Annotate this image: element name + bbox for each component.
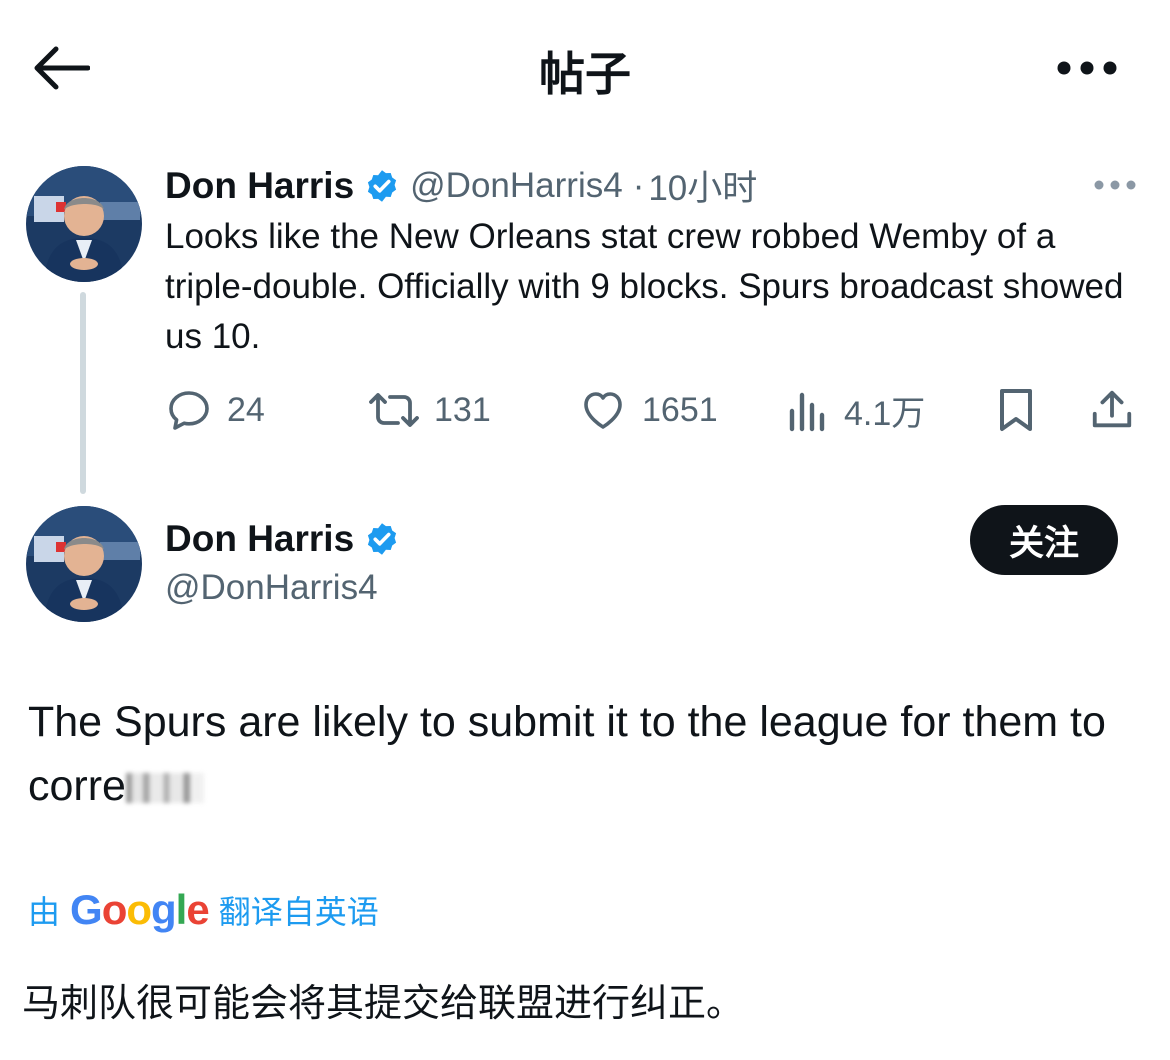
google-letter: o [101,886,128,933]
like-count: 1651 [642,390,718,429]
verified-badge-icon [368,523,397,555]
verified-badge-icon [368,169,397,202]
avatar-photo [26,166,142,282]
retweet-button[interactable]: 131 [368,386,491,434]
reply-icon [169,391,209,430]
google-letter: G [70,886,103,933]
google-letter: l [175,886,188,933]
author-name[interactable]: Don Harris [165,165,354,207]
reply-count: 24 [227,390,265,429]
reply-button[interactable]: 24 [165,386,265,434]
avatar-photo [26,506,142,622]
more-button[interactable] [1052,48,1122,88]
avatar[interactable] [26,166,142,282]
author-handle[interactable]: @DonHarris4 [165,568,400,608]
main-author: Don Harris @DonHarris4 [165,518,400,608]
page-title: 帖子 [539,47,631,101]
more-horizontal-icon [1057,61,1117,75]
parent-tweet-header: Don Harris @DonHarris4 · 10小时 [165,160,757,211]
follow-button[interactable]: 关注 [970,505,1118,575]
share-button[interactable] [1088,386,1136,434]
avatar[interactable] [26,506,142,622]
bookmark-icon [1000,389,1032,431]
like-button[interactable]: 1651 [578,386,718,434]
google-letter: o [126,886,152,933]
google-logo: Google [70,886,210,934]
translation-suffix: 翻译自英语 [218,893,379,931]
google-letter: g [151,886,177,933]
views-count: 4.1万 [844,395,926,433]
parent-tweet-text: Looks like the New Orleans stat crew rob… [165,217,1124,356]
author-name[interactable]: Don Harris [165,518,354,560]
translated-text: 马刺队很可能会将其提交给联盟进行纠正。 [22,981,745,1025]
main-tweet-text: The Spurs are likely to submit it to the… [28,690,1138,818]
blurred-text [125,773,204,803]
translation-prefix: 由 [28,893,61,931]
heart-icon [584,392,622,429]
bookmark-button[interactable] [992,386,1040,434]
thread-line [80,292,86,494]
retweet-icon [369,393,419,427]
meta-separator: · [632,165,645,205]
google-letter: e [186,886,209,933]
tweet-more-button[interactable] [1090,170,1140,200]
more-horizontal-icon [1094,180,1136,190]
translation-attribution[interactable]: 由 Google 翻译自英语 [28,886,379,934]
views-button[interactable]: 4.1万 [786,386,925,435]
share-icon [1092,390,1132,428]
views-chart-icon [789,392,825,431]
retweet-count: 131 [434,390,491,429]
author-handle[interactable]: @DonHarris4 [410,166,623,206]
tweet-time[interactable]: 10小时 [648,160,757,211]
